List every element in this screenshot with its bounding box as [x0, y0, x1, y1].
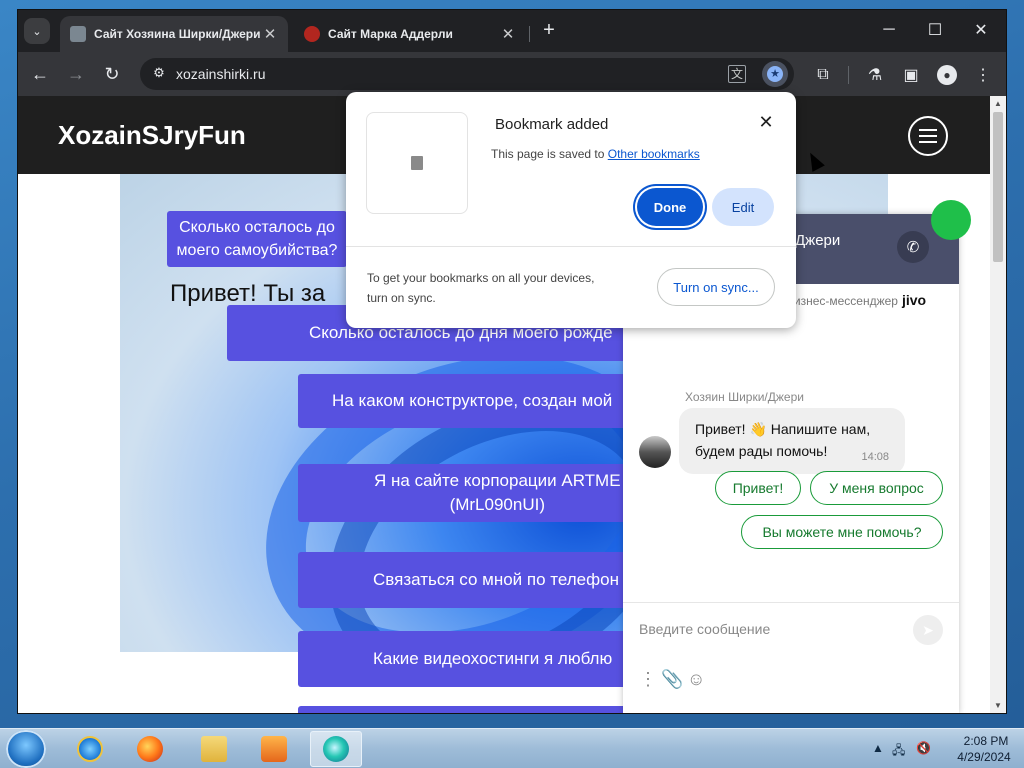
flask-icon[interactable]: ⚗	[864, 64, 886, 86]
close-tab-icon[interactable]: ✕	[500, 25, 516, 43]
avatar	[639, 436, 671, 468]
page-heading: Привет! Ты за	[170, 280, 326, 307]
brand-text: бизнес-мессенджер	[787, 294, 898, 308]
question-button[interactable]	[298, 706, 628, 713]
hamburger-menu-icon[interactable]	[908, 116, 948, 156]
chat-branding: бизнес-мессенджер jivo	[787, 292, 926, 308]
close-window-button[interactable]: ✕	[958, 16, 1004, 44]
media-player-icon[interactable]	[248, 731, 300, 767]
reload-icon[interactable]: ↻	[100, 62, 124, 86]
chat-composer: Введите сообщение ➤ ⋮ 📎 ☺	[623, 602, 959, 713]
star-icon: ★	[767, 66, 783, 82]
taskbar: ▲ 🖧 🔇 2:08 PM 4/29/2024	[0, 728, 1024, 768]
divider	[346, 246, 796, 247]
minimize-button[interactable]: ─	[866, 16, 912, 44]
message-text: Привет! 👋 Напишите нам, будем рады помоч…	[695, 421, 871, 459]
scroll-down-icon[interactable]: ▼	[994, 701, 1002, 710]
tab-mark[interactable]: Сайт Марка Аддерли ✕	[294, 16, 526, 52]
page-thumbnail	[366, 112, 468, 214]
network-icon[interactable]: 🖧	[892, 741, 905, 762]
other-bookmarks-link[interactable]: Other bookmarks	[608, 147, 700, 161]
bookmark-added-dialog: Bookmark added ✕ This page is saved to O…	[346, 92, 796, 328]
translate-icon[interactable]: 文	[728, 65, 746, 83]
close-tab-icon[interactable]: ✕	[262, 25, 278, 43]
dialog-title: Bookmark added	[495, 116, 609, 133]
tab-separator	[529, 26, 530, 42]
tab-title: Сайт Марка Аддерли	[328, 27, 453, 41]
show-hidden-icons-icon[interactable]: ▲	[872, 741, 884, 755]
phone-icon[interactable]: ✆	[897, 231, 929, 263]
maximize-button[interactable]: ☐	[912, 16, 958, 44]
new-tab-button[interactable]: +	[538, 20, 560, 42]
message-bubble: Привет! 👋 Напишите нам, будем рады помоч…	[679, 408, 905, 474]
question-button[interactable]: Какие видеохостинги я люблю	[298, 631, 628, 687]
file-explorer-icon[interactable]	[188, 731, 240, 767]
site-favicon-icon	[70, 26, 86, 42]
question-button[interactable]: Я на сайте корпорации ARTME (MrL090nUI)	[298, 464, 628, 522]
question-button[interactable]: На каком конструкторе, создан мой	[298, 374, 628, 428]
side-panel-icon[interactable]: ▣	[900, 64, 922, 86]
turn-on-sync-button[interactable]: Turn on sync...	[657, 268, 775, 306]
firefox-icon[interactable]	[124, 731, 176, 767]
page-scrollbar[interactable]: ▲ ▼	[990, 96, 1006, 713]
back-arrow-icon[interactable]: ←	[28, 62, 52, 86]
emoji-icon[interactable]: ☺	[687, 669, 705, 690]
jivo-logo[interactable]: jivo	[902, 292, 926, 308]
online-indicator	[931, 200, 971, 240]
page-favicon-icon	[411, 156, 423, 170]
toolbar-divider	[848, 66, 849, 84]
forward-arrow-icon[interactable]: →	[64, 62, 88, 86]
tab-xozain[interactable]: Сайт Хозяина Ширки/Джери ✕	[60, 16, 288, 52]
send-icon[interactable]: ➤	[913, 615, 943, 645]
chrome-icon[interactable]	[310, 731, 362, 767]
browser-toolbar: ← → ↻ ⚙ xozainshirki.ru 文 ★ ⧉ ⚗ ▣ ● ⋮	[18, 52, 1006, 96]
clock-date[interactable]: 4/29/2024	[948, 750, 1020, 764]
close-icon[interactable]: ✕	[756, 112, 776, 132]
start-button[interactable]	[6, 730, 46, 768]
kebab-menu-icon[interactable]: ⋮	[972, 64, 994, 86]
more-options-icon[interactable]: ⋮	[639, 669, 657, 690]
saved-location-text: This page is saved to Other bookmarks	[491, 147, 700, 161]
sync-prompt-text: To get your bookmarks on all your device…	[367, 271, 595, 305]
quick-reply-button[interactable]: Вы можете мне помочь?	[741, 515, 943, 549]
done-button[interactable]: Done	[637, 188, 703, 226]
message-time: 14:08	[861, 451, 889, 463]
tab-title: Сайт Хозяина Ширки/Джери	[94, 27, 261, 41]
quick-reply-button[interactable]: У меня вопрос	[810, 471, 943, 505]
question-button[interactable]: Связаться со мной по телефон	[298, 552, 628, 608]
bookmark-star-button[interactable]: ★	[762, 61, 788, 87]
clock-time[interactable]: 2:08 PM	[956, 734, 1016, 748]
tune-icon[interactable]: ⚙	[150, 65, 168, 83]
volume-muted-icon[interactable]: 🔇	[916, 741, 931, 755]
tab-search-button[interactable]: ⌄	[24, 18, 50, 44]
paperclip-icon[interactable]: 📎	[661, 669, 683, 690]
scrollbar-thumb[interactable]	[993, 112, 1003, 262]
url-text[interactable]: xozainshirki.ru	[176, 66, 265, 82]
puzzle-icon[interactable]: ⧉	[812, 64, 834, 86]
site-logo[interactable]: XozainSJryFun	[58, 120, 246, 151]
site-favicon-icon	[304, 26, 320, 42]
tab-strip: ⌄ Сайт Хозяина Ширки/Джери ✕ Сайт Марка …	[18, 10, 1006, 52]
internet-explorer-icon[interactable]	[64, 731, 116, 767]
saved-prefix: This page is saved to	[491, 147, 608, 161]
question-button[interactable]: Сколько осталось до моего самоубийства?	[167, 211, 347, 267]
chevron-down-icon: ⌄	[32, 25, 42, 38]
scroll-up-icon[interactable]: ▲	[994, 99, 1002, 108]
edit-button[interactable]: Edit	[712, 188, 774, 226]
profile-icon[interactable]: ●	[936, 64, 958, 86]
address-bar[interactable]: ⚙ xozainshirki.ru 文 ★	[140, 58, 794, 90]
chat-agent-name: Джери	[795, 232, 841, 249]
message-sender: Хозяин Ширки/Джери	[685, 390, 804, 404]
quick-reply-button[interactable]: Привет!	[715, 471, 801, 505]
message-input[interactable]: Введите сообщение	[639, 621, 770, 637]
